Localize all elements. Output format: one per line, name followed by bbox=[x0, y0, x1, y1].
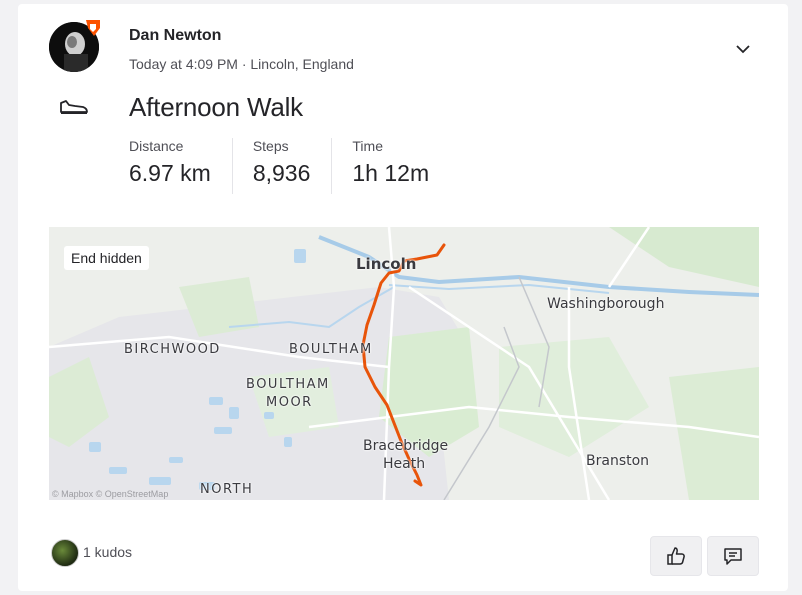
comment-icon bbox=[724, 548, 742, 565]
give-kudos-button[interactable] bbox=[650, 536, 702, 576]
activity-meta: Today at 4:09 PM · Lincoln, England bbox=[129, 56, 354, 72]
stat-label: Distance bbox=[129, 138, 184, 154]
premium-badge-icon bbox=[86, 20, 100, 36]
chevron-down-icon[interactable] bbox=[732, 38, 754, 60]
stat-distance: Distance 6.97 km bbox=[129, 138, 233, 194]
stat-time: Time 1h 12m bbox=[352, 138, 450, 194]
end-hidden-label: End hidden bbox=[64, 246, 149, 270]
place-label: Heath bbox=[383, 456, 426, 472]
stats-row: Distance 6.97 km Steps 8,936 Time 1h 12m bbox=[129, 138, 470, 194]
stat-value: 8,936 bbox=[252, 160, 311, 186]
activity-card: Dan Newton Today at 4:09 PM · Lincoln, E… bbox=[18, 4, 788, 591]
place-label: MOOR bbox=[266, 395, 313, 410]
place-label: Bracebridge bbox=[363, 438, 449, 454]
shoe-icon bbox=[60, 100, 88, 114]
stat-value: 1h 12m bbox=[352, 160, 430, 186]
route-map[interactable]: End hidden Lincoln Washingborough BIRCHW… bbox=[49, 227, 759, 500]
stat-value: 6.97 km bbox=[129, 160, 211, 186]
place-label: Washingborough bbox=[547, 296, 665, 312]
athlete-name[interactable]: Dan Newton bbox=[129, 27, 221, 45]
place-label: Lincoln bbox=[356, 255, 417, 273]
place-label: Branston bbox=[586, 453, 650, 469]
place-label: BOULTHAM bbox=[289, 342, 373, 357]
kudos-giver-avatar[interactable] bbox=[51, 539, 79, 567]
activity-title[interactable]: Afternoon Walk bbox=[129, 92, 303, 123]
stat-steps: Steps 8,936 bbox=[253, 138, 333, 194]
kudos-count[interactable]: 1 kudos bbox=[83, 544, 132, 560]
map-attribution[interactable]: © Mapbox © OpenStreetMap bbox=[52, 489, 168, 499]
place-label: BIRCHWOOD bbox=[124, 342, 221, 357]
thumbs-up-icon bbox=[667, 547, 685, 565]
comment-button[interactable] bbox=[707, 536, 759, 576]
stat-label: Steps bbox=[252, 138, 289, 154]
place-label: BOULTHAM bbox=[246, 377, 330, 392]
place-label: NORTH bbox=[200, 482, 254, 497]
stat-label: Time bbox=[352, 138, 383, 154]
